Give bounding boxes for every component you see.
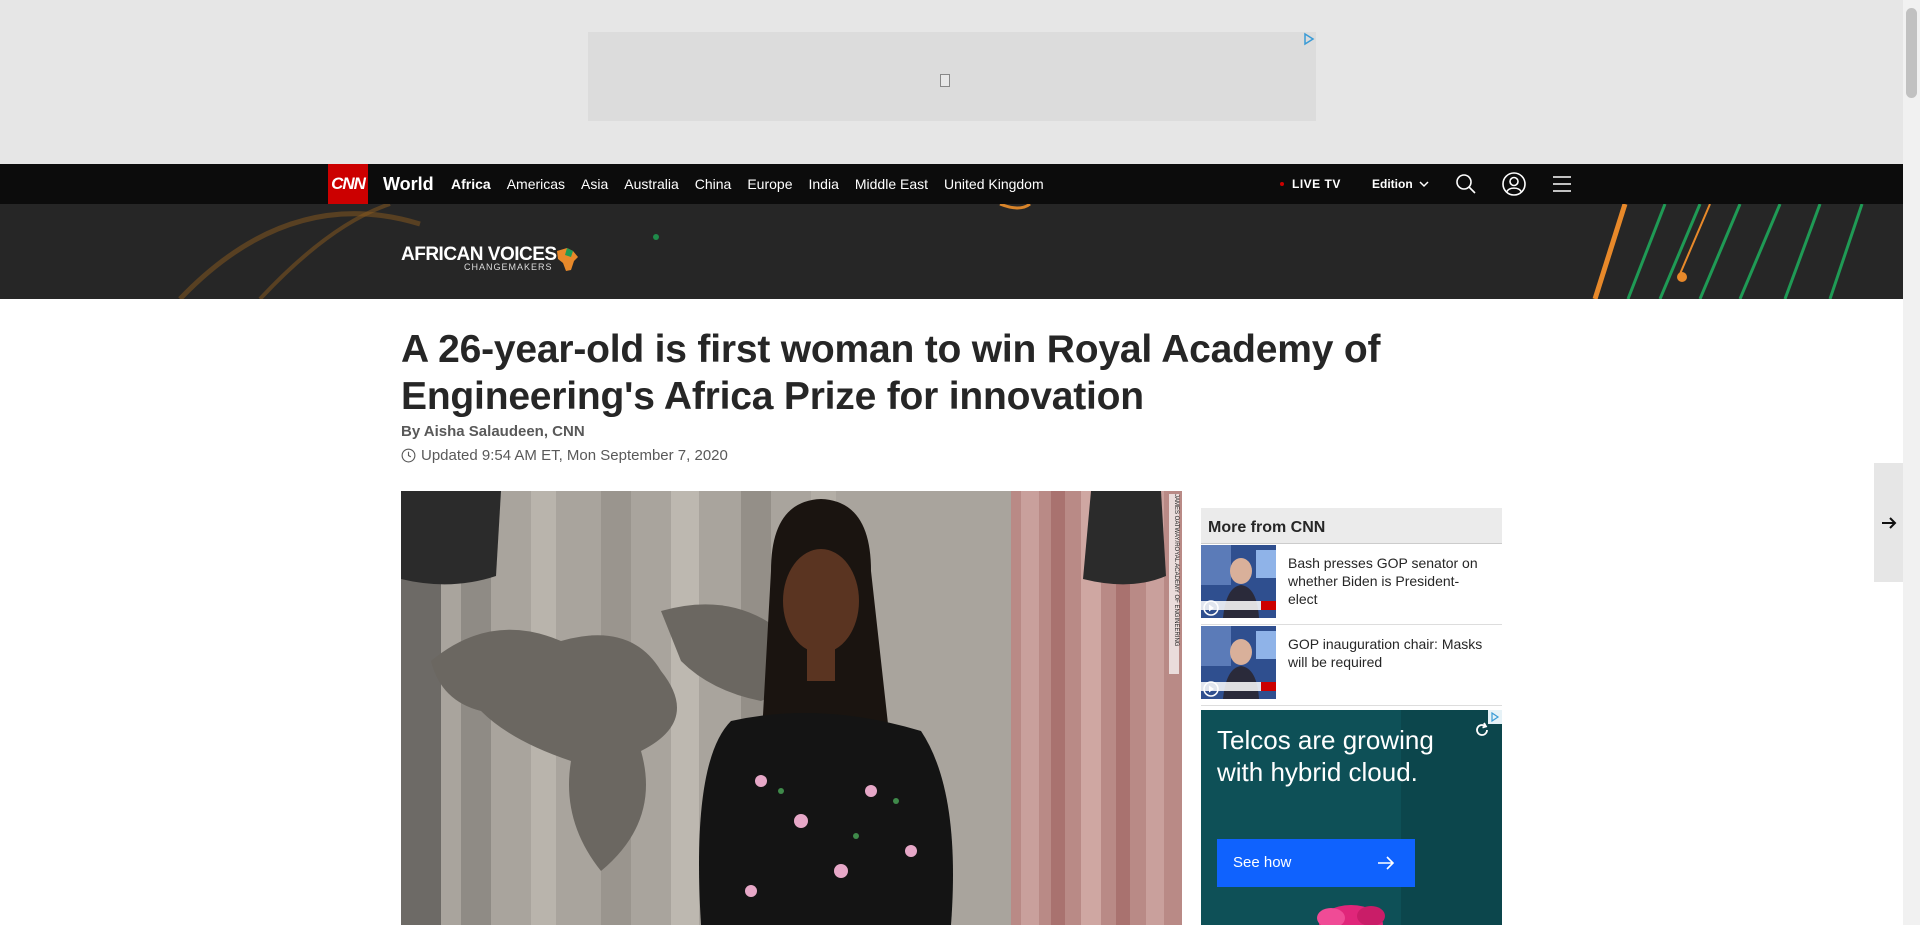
video-thumbnail[interactable] [1201, 626, 1276, 699]
african-voices-banner[interactable] [0, 204, 1903, 299]
cnn-logo[interactable]: CNN [328, 164, 368, 204]
chevron-down-icon [1419, 180, 1429, 187]
banner-decoration [178, 204, 1864, 299]
ad-cta-button[interactable]: See how [1217, 839, 1415, 887]
more-from-cnn-headline[interactable]: Bash presses GOP senator on whether Bide… [1288, 554, 1488, 608]
more-from-cnn-title: More from CNN [1201, 508, 1502, 544]
clock-icon [401, 448, 416, 463]
photo-credit: JAMES OATWAY/ROYAL ACADEMY OF ENGINEERIN… [1169, 494, 1179, 674]
video-thumbnail[interactable] [1201, 545, 1276, 618]
top-ad-banner[interactable] [588, 32, 1316, 121]
article-headline: A 26-year-old is first woman to win Roya… [401, 328, 1381, 418]
edition-label: Edition [1372, 177, 1413, 191]
scrollbar-thumb[interactable] [1906, 8, 1917, 98]
african-voices-logo[interactable]: AFRICAN VOICES CHANGEMAKERS [401, 244, 578, 272]
updated-label: Updated 9:54 AM ET, Mon September 7, 202… [421, 447, 728, 464]
arrow-right-icon [1882, 517, 1897, 529]
nav-section-title[interactable]: World [383, 174, 434, 195]
next-article-tab[interactable] [1874, 463, 1903, 582]
nav-link-middle-east[interactable]: Middle East [855, 176, 928, 192]
nav-link-china[interactable]: China [695, 176, 732, 192]
adchoices-icon[interactable] [1302, 32, 1316, 46]
nav-link-asia[interactable]: Asia [581, 176, 608, 192]
article-hero-image[interactable] [401, 491, 1182, 925]
nav-link-india[interactable]: India [809, 176, 839, 192]
africa-map-icon [557, 248, 578, 271]
account-icon[interactable] [1502, 172, 1526, 196]
more-from-cnn-module: More from CNN Bash presses GOP senator o… [1201, 508, 1502, 706]
live-tv-link[interactable]: LIVE TV [1280, 177, 1341, 191]
page-scrollbar[interactable] [1903, 0, 1920, 925]
nav-link-australia[interactable]: Australia [624, 176, 678, 192]
search-icon[interactable] [1454, 172, 1478, 196]
sidebar-ad[interactable]: Telcos are growing with hybrid cloud. Se… [1201, 710, 1502, 925]
top-ad-area [0, 0, 1903, 164]
arrow-right-icon [1378, 856, 1395, 870]
article-byline[interactable]: By Aisha Salaudeen, CNN [401, 423, 585, 440]
nav-link-europe[interactable]: Europe [747, 176, 792, 192]
refresh-icon[interactable] [1474, 722, 1490, 738]
live-dot-icon [1280, 182, 1284, 186]
broken-image-icon [940, 74, 950, 87]
edition-dropdown[interactable]: Edition [1372, 177, 1429, 191]
adchoices-icon[interactable] [1488, 710, 1502, 724]
banner-subtitle: CHANGEMAKERS [464, 262, 553, 272]
ad-cta-label: See how [1233, 854, 1292, 871]
video-thumbnail-image [1201, 626, 1276, 699]
video-thumbnail-image [1201, 545, 1276, 618]
nav-links: Africa Americas Asia Australia China Eur… [451, 176, 1060, 192]
more-from-cnn-item[interactable]: GOP inauguration chair: Masks will be re… [1201, 625, 1502, 706]
article-timestamp: Updated 9:54 AM ET, Mon September 7, 202… [401, 447, 728, 464]
nav-link-africa[interactable]: Africa [451, 176, 491, 192]
more-from-cnn-headline[interactable]: GOP inauguration chair: Masks will be re… [1288, 635, 1488, 671]
nav-link-americas[interactable]: Americas [507, 176, 565, 192]
nav-link-united-kingdom[interactable]: United Kingdom [944, 176, 1044, 192]
menu-icon[interactable] [1550, 172, 1574, 196]
hero-photo [401, 491, 1182, 925]
live-tv-label: LIVE TV [1292, 177, 1341, 191]
ad-headline: Telcos are growing with hybrid cloud. [1217, 725, 1434, 787]
more-from-cnn-item[interactable]: Bash presses GOP senator on whether Bide… [1201, 544, 1502, 625]
